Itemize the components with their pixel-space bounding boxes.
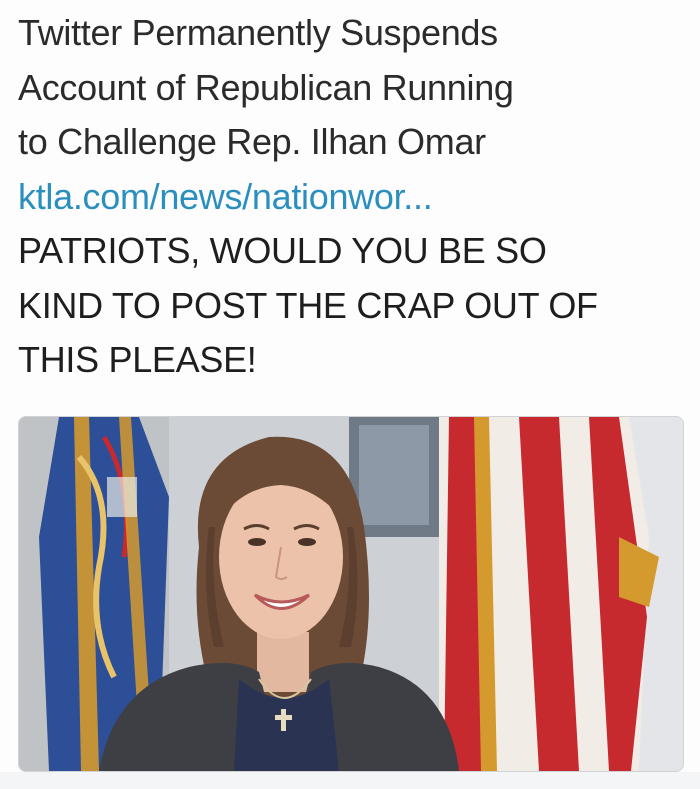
card-footer-strip — [0, 772, 700, 789]
headline-line-1: Twitter Permanently Suspends — [18, 12, 498, 53]
article-link[interactable]: ktla.com/news/nationwor... — [18, 170, 688, 225]
headline-line-3: to Challenge Rep. Ilhan Omar — [18, 121, 486, 162]
post-text-block: Twitter Permanently Suspends Account of … — [18, 6, 688, 388]
article-photo-card[interactable] — [18, 416, 684, 772]
caption-line-3: THIS PLEASE! — [18, 339, 257, 380]
social-post: Twitter Permanently Suspends Account of … — [0, 0, 700, 789]
headline-line-2: Account of Republican Running — [18, 66, 514, 108]
caption-line-2: KIND TO POST THE CRAP OUT OF — [18, 284, 598, 326]
smiling-woman-with-flags-photo — [19, 417, 683, 771]
caption-line-1: PATRIOTS, WOULD YOU BE SO — [18, 230, 547, 271]
